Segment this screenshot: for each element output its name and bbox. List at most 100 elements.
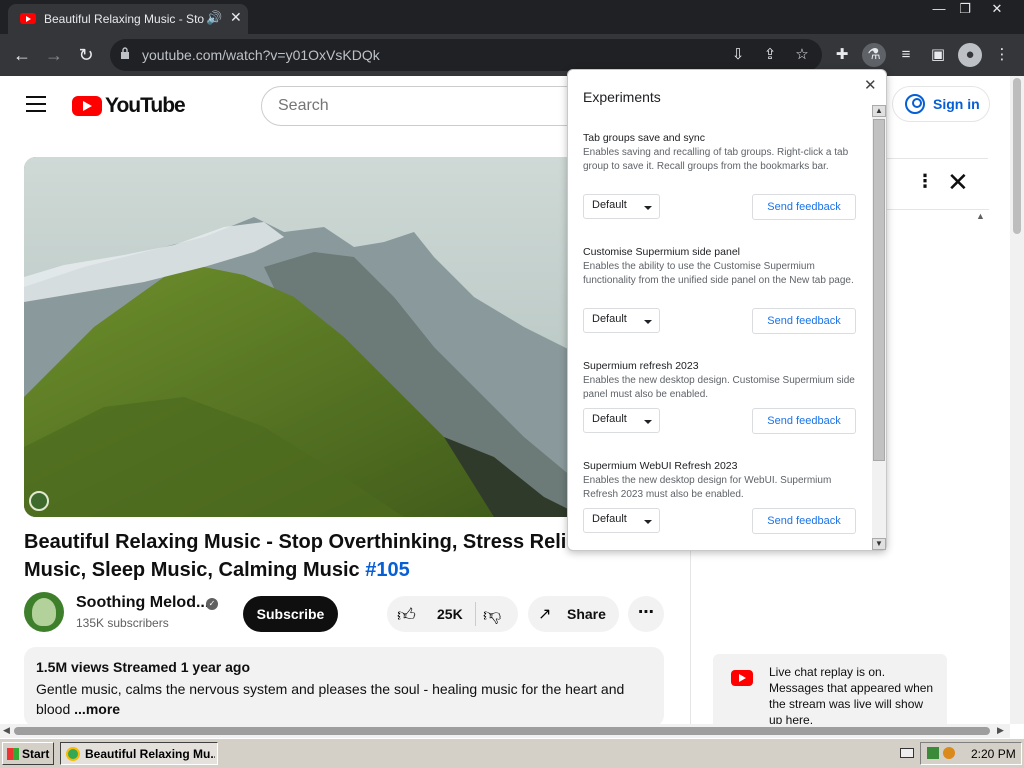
select-value: Default <box>592 313 627 325</box>
chat-scroll-up-icon[interactable]: ▲ <box>976 211 985 221</box>
scroll-up-arrow-icon[interactable]: ▲ <box>872 105 886 117</box>
experiments-scrollbar[interactable]: ▲ ▼ <box>872 105 886 550</box>
audio-playing-icon[interactable]: 🔊 <box>206 10 222 26</box>
url-text: youtube.com/watch?v=y01OxVsKDQk <box>142 47 380 63</box>
channel-watermark-icon[interactable] <box>29 491 49 511</box>
like-button[interactable]: 👍︎ 25K <box>397 596 475 632</box>
youtube-wordmark: YouTube <box>105 94 186 117</box>
verified-check-icon: ✓ <box>206 598 218 610</box>
send-feedback-button[interactable]: Send feedback <box>752 508 856 534</box>
address-bar[interactable]: youtube.com/watch?v=y01OxVsKDQk ⇩ ⇪ ☆ <box>110 39 822 71</box>
network-icon[interactable] <box>927 747 939 759</box>
tab-close-icon[interactable]: ✕ <box>230 9 242 26</box>
side-panel-icon[interactable]: ▣ <box>926 43 950 67</box>
browser-menu-icon[interactable]: ⋮ <box>990 43 1014 67</box>
experiments-scroll-thumb[interactable] <box>873 119 885 461</box>
restore-button[interactable]: ❐ <box>950 0 980 18</box>
chevron-down-icon <box>644 206 652 210</box>
install-app-icon[interactable]: ⇩ <box>726 43 750 67</box>
experiment-state-select[interactable]: Default <box>583 508 660 533</box>
description-text: Gentle music, calms the nervous system a… <box>36 679 652 719</box>
windows-logo-icon <box>7 748 19 760</box>
forward-icon[interactable]: → <box>42 43 66 67</box>
experiment-state-select[interactable]: Default <box>583 194 660 219</box>
experiment-title: Supermium refresh 2023 <box>583 360 699 372</box>
thumbs-down-icon[interactable]: 👎︎ <box>483 604 501 626</box>
page-vertical-scrollbar[interactable] <box>1010 76 1024 724</box>
experiment-state-select[interactable]: Default <box>583 308 660 333</box>
bookmark-star-icon[interactable]: ☆ <box>790 43 814 67</box>
scroll-right-icon[interactable]: ▶ <box>997 725 1004 736</box>
experiments-flask-icon[interactable]: ⚗ <box>862 43 886 67</box>
select-value: Default <box>592 513 627 525</box>
like-dislike-group: 👍︎ 25K 👎︎ <box>387 596 518 632</box>
share-arrow-icon: ↗ <box>538 606 552 623</box>
browser-tab[interactable]: Beautiful Relaxing Music - Stop 🔊 ✕ <box>8 4 248 34</box>
share-page-icon[interactable]: ⇪ <box>758 43 782 67</box>
taskbar-item-label: Beautiful Relaxing Mu... <box>85 747 215 761</box>
experiment-item: Tab groups save and sync Enables saving … <box>583 132 858 174</box>
page-horizontal-scrollbar[interactable]: ◀ ▶ <box>0 724 1010 738</box>
search-input[interactable] <box>278 95 578 117</box>
video-title: Beautiful Relaxing Music - Stop Overthin… <box>24 528 644 584</box>
search-box[interactable] <box>261 86 601 126</box>
start-button[interactable]: Start <box>2 742 54 765</box>
clock[interactable]: 2:20 PM <box>971 747 1016 761</box>
chat-close-icon[interactable]: ✕ <box>947 167 969 198</box>
close-window-button[interactable]: ✕ <box>982 0 1012 18</box>
channel-name[interactable]: Soothing Melod... <box>76 594 209 612</box>
view-stats: 1.5M views Streamed 1 year ago <box>36 659 250 675</box>
vertical-scroll-thumb[interactable] <box>1013 78 1021 234</box>
thumbs-up-icon: 👍︎ <box>397 605 416 625</box>
send-feedback-button[interactable]: Send feedback <box>752 194 856 220</box>
chevron-down-icon <box>644 520 652 524</box>
reload-icon[interactable]: ↻ <box>74 43 98 67</box>
experiment-item: Supermium refresh 2023 Enables the new d… <box>583 360 858 402</box>
show-more-link[interactable]: ...more <box>74 701 120 717</box>
back-icon[interactable]: ← <box>10 43 34 67</box>
youtube-logo[interactable]: YouTube <box>72 94 186 118</box>
subscribe-button[interactable]: Subscribe <box>243 596 338 632</box>
experiment-description: Enables the new desktop design. Customis… <box>583 375 855 400</box>
scroll-left-icon[interactable]: ◀ <box>3 725 10 736</box>
live-chat-notice-text: Live chat replay is on. Messages that ap… <box>769 665 934 724</box>
taskbar: Start Beautiful Relaxing Mu... 2:20 PM <box>0 738 1024 768</box>
like-divider <box>475 602 476 626</box>
keyboard-icon[interactable] <box>900 748 914 758</box>
hamburger-menu-icon[interactable] <box>26 96 46 114</box>
like-count: 25K <box>437 606 463 622</box>
media-queue-icon[interactable]: ≡ <box>894 43 918 67</box>
scroll-down-arrow-icon[interactable]: ▼ <box>872 538 886 550</box>
experiment-description: Enables saving and recalling of tab grou… <box>583 147 849 172</box>
experiment-state-select[interactable]: Default <box>583 408 660 433</box>
chat-options-icon[interactable]: ⋮ <box>916 171 934 192</box>
sign-in-button[interactable]: Sign in <box>892 86 990 122</box>
horizontal-scroll-thumb[interactable] <box>14 727 990 735</box>
extensions-puzzle-icon[interactable]: ✚ <box>830 43 854 67</box>
description-box[interactable]: 1.5M views Streamed 1 year ago Gentle mu… <box>24 647 664 724</box>
youtube-play-icon <box>72 96 102 116</box>
experiments-header: Experiments <box>583 89 661 105</box>
share-button[interactable]: ↗ Share <box>528 596 619 632</box>
channel-avatar[interactable] <box>24 592 64 632</box>
video-hashtag-link[interactable]: #105 <box>365 559 410 581</box>
start-label: Start <box>22 747 50 761</box>
browser-app-icon <box>66 747 80 761</box>
experiment-item: Supermium WebUI Refresh 2023 Enables the… <box>583 460 858 502</box>
more-actions-icon[interactable]: ⋯ <box>628 596 664 632</box>
profile-avatar-icon[interactable]: ● <box>958 43 982 67</box>
send-feedback-button[interactable]: Send feedback <box>752 308 856 334</box>
description-body: Gentle music, calms the nervous system a… <box>36 681 625 717</box>
share-label: Share <box>567 606 606 622</box>
lock-icon <box>121 47 129 59</box>
experiment-item: Customise Supermium side panel Enables t… <box>583 246 858 288</box>
search-tray-icon[interactable] <box>943 747 955 759</box>
live-chat-replay-notice: Live chat replay is on. Messages that ap… <box>713 654 947 724</box>
experiment-title: Supermium WebUI Refresh 2023 <box>583 460 738 472</box>
send-feedback-button[interactable]: Send feedback <box>752 408 856 434</box>
sign-in-label: Sign in <box>933 96 980 112</box>
experiments-close-icon[interactable]: ✕ <box>864 76 877 94</box>
experiment-title: Tab groups save and sync <box>583 132 705 144</box>
taskbar-browser-item[interactable]: Beautiful Relaxing Mu... <box>60 742 218 765</box>
tab-strip: Beautiful Relaxing Music - Stop 🔊 ✕ — ❐ … <box>0 0 1024 34</box>
